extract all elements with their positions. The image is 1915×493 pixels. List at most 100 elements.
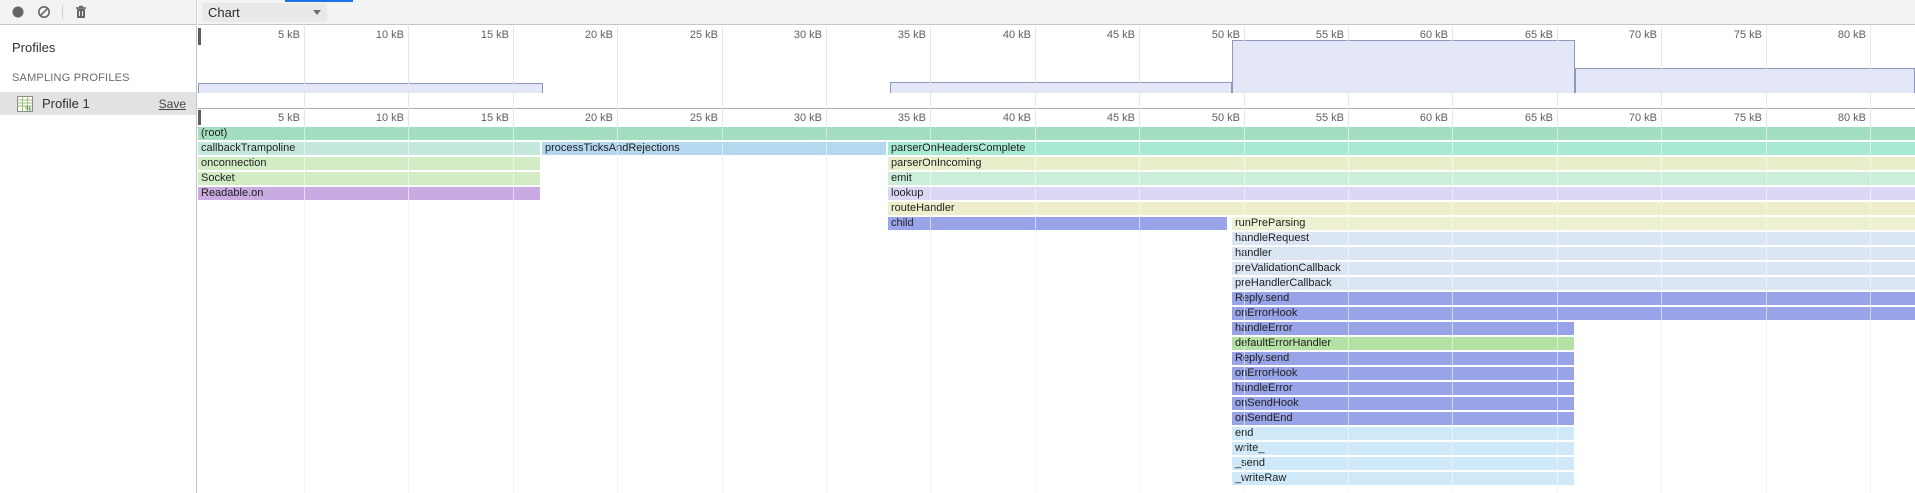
- gridline-overlay: [304, 127, 305, 493]
- gridline-overlay: [617, 127, 618, 493]
- ruler-tick-label: 65 kB: [1473, 112, 1553, 124]
- profiles-toolbar: [0, 0, 197, 25]
- gridline: [1661, 26, 1662, 127]
- chevron-down-icon: [313, 10, 321, 15]
- gridline-overlay: [1244, 127, 1245, 493]
- ruler-tick-label: 70 kB: [1577, 29, 1657, 41]
- gridline: [408, 26, 409, 127]
- clear-icon[interactable]: [36, 4, 52, 20]
- flame-frame[interactable]: Socket: [198, 172, 540, 185]
- ruler-tick-label: 10 kB: [324, 29, 404, 41]
- ruler-tick-label: 45 kB: [1055, 29, 1135, 41]
- svg-text:%: %: [25, 106, 31, 112]
- ruler-tick-label: 45 kB: [1055, 112, 1135, 124]
- flame-frame[interactable]: end: [1232, 427, 1574, 440]
- ruler-tick-label: 5 kB: [220, 29, 300, 41]
- flame-frame[interactable]: handler: [1232, 247, 1915, 260]
- ruler-tick-label: 30 kB: [742, 112, 822, 124]
- ruler-tick-label: 50 kB: [1160, 112, 1240, 124]
- gridline: [1348, 26, 1349, 127]
- gridline-overlay: [1870, 127, 1871, 493]
- flame-frame[interactable]: lookup: [888, 187, 1915, 200]
- gridline-overlay: [1035, 127, 1036, 493]
- flame-frame[interactable]: runPreParsing: [1232, 217, 1915, 230]
- ruler-tick-label: 60 kB: [1368, 112, 1448, 124]
- flame-frame[interactable]: child: [888, 217, 1227, 230]
- gridline: [513, 26, 514, 127]
- gridline-overlay: [1348, 127, 1349, 493]
- flame-frame[interactable]: _send: [1232, 457, 1574, 470]
- flame-frame[interactable]: callbackTrampoline: [198, 142, 540, 155]
- flame-frame[interactable]: handleError: [1232, 322, 1574, 335]
- ruler-tick-label: 50 kB: [1160, 29, 1240, 41]
- ruler-tick-label: 75 kB: [1682, 29, 1762, 41]
- flame-frame[interactable]: handleError: [1232, 382, 1574, 395]
- flame-frame[interactable]: parserOnHeadersComplete: [888, 142, 1915, 155]
- ruler-tick-label: 20 kB: [533, 29, 613, 41]
- chart-toolbar: Chart: [198, 0, 1915, 25]
- flame-frame[interactable]: onSendHook: [1232, 397, 1574, 410]
- overview-area-segment: [198, 83, 543, 93]
- ruler-tick-label: 20 kB: [533, 112, 613, 124]
- ruler-tick-label: 30 kB: [742, 29, 822, 41]
- overview-area-segment: [1232, 40, 1575, 93]
- ruler-tick-label: 5 kB: [220, 112, 300, 124]
- ruler-tick-label: 80 kB: [1786, 112, 1866, 124]
- trash-icon[interactable]: [73, 4, 89, 20]
- profile-name: Profile 1: [42, 96, 159, 111]
- flame-frame[interactable]: handleRequest: [1232, 232, 1915, 245]
- flame-frame[interactable]: onconnection: [198, 157, 540, 170]
- overview-left-handle[interactable]: [198, 28, 201, 45]
- flame-frame[interactable]: routeHandler: [888, 202, 1915, 215]
- gridline-overlay: [1661, 127, 1662, 493]
- flamechart-left-handle[interactable]: [198, 110, 201, 125]
- sidebar-item-profile-1[interactable]: % Profile 1 Save: [0, 92, 196, 115]
- ruler-tick-label: 55 kB: [1264, 29, 1344, 41]
- gridline: [722, 26, 723, 127]
- gridline-overlay: [1452, 127, 1453, 493]
- save-profile-link[interactable]: Save: [159, 97, 186, 111]
- flame-frame[interactable]: Reply.send: [1232, 292, 1915, 305]
- ruler-tick-label: 25 kB: [638, 29, 718, 41]
- flame-frame[interactable]: Readable.on: [198, 187, 540, 200]
- view-mode-select[interactable]: Chart: [202, 3, 327, 22]
- flame-frame[interactable]: parserOnIncoming: [888, 157, 1915, 170]
- gridline: [1452, 26, 1453, 127]
- gridline-overlay: [722, 127, 723, 493]
- gridline-overlay: [826, 127, 827, 493]
- sampling-profiles-heading: SAMPLING PROFILES: [0, 55, 196, 84]
- flame-frame[interactable]: onErrorHook: [1232, 367, 1574, 380]
- ruler-tick-label: 10 kB: [324, 112, 404, 124]
- gridline: [1870, 26, 1871, 127]
- ruler-tick-label: 70 kB: [1577, 112, 1657, 124]
- gridline: [1139, 26, 1140, 127]
- flame-frame[interactable]: write_: [1232, 442, 1574, 455]
- gridline: [1244, 26, 1245, 127]
- flame-frame[interactable]: onSendEnd: [1232, 412, 1574, 425]
- flame-frame[interactable]: preHandlerCallback: [1232, 277, 1915, 290]
- ruler-tick-label: 35 kB: [846, 112, 926, 124]
- ruler-tick-label: 25 kB: [638, 112, 718, 124]
- flame-frame[interactable]: preValidationCallback: [1232, 262, 1915, 275]
- gridline-overlay: [1139, 127, 1140, 493]
- gridline: [1766, 26, 1767, 127]
- flame-frame[interactable]: emit: [888, 172, 1915, 185]
- flame-frame[interactable]: (root): [198, 127, 1915, 140]
- ruler-tick-label: 80 kB: [1786, 29, 1866, 41]
- ruler-tick-label: 60 kB: [1368, 29, 1448, 41]
- flame-frame[interactable]: Reply.send: [1232, 352, 1574, 365]
- record-icon[interactable]: [10, 4, 26, 20]
- profiles-sidebar: Profiles SAMPLING PROFILES % Profile 1 S…: [0, 26, 197, 493]
- gridline: [304, 26, 305, 127]
- gridline: [1557, 26, 1558, 127]
- ruler-tick-label: 55 kB: [1264, 112, 1344, 124]
- flame-frame[interactable]: _writeRaw: [1232, 472, 1574, 485]
- flame-frame[interactable]: processTicksAndRejections: [542, 142, 886, 155]
- gridline-overlay: [408, 127, 409, 493]
- flame-frame[interactable]: onErrorHook: [1232, 307, 1915, 320]
- ruler-tick-label: 65 kB: [1473, 29, 1553, 41]
- flame-frame[interactable]: defaultErrorHandler: [1232, 337, 1574, 350]
- ruler-tick-label: 75 kB: [1682, 112, 1762, 124]
- flame-chart: (root) callbackTrampolineprocessTicksAndR…: [198, 127, 1915, 493]
- overview-area-segment: [1575, 68, 1915, 93]
